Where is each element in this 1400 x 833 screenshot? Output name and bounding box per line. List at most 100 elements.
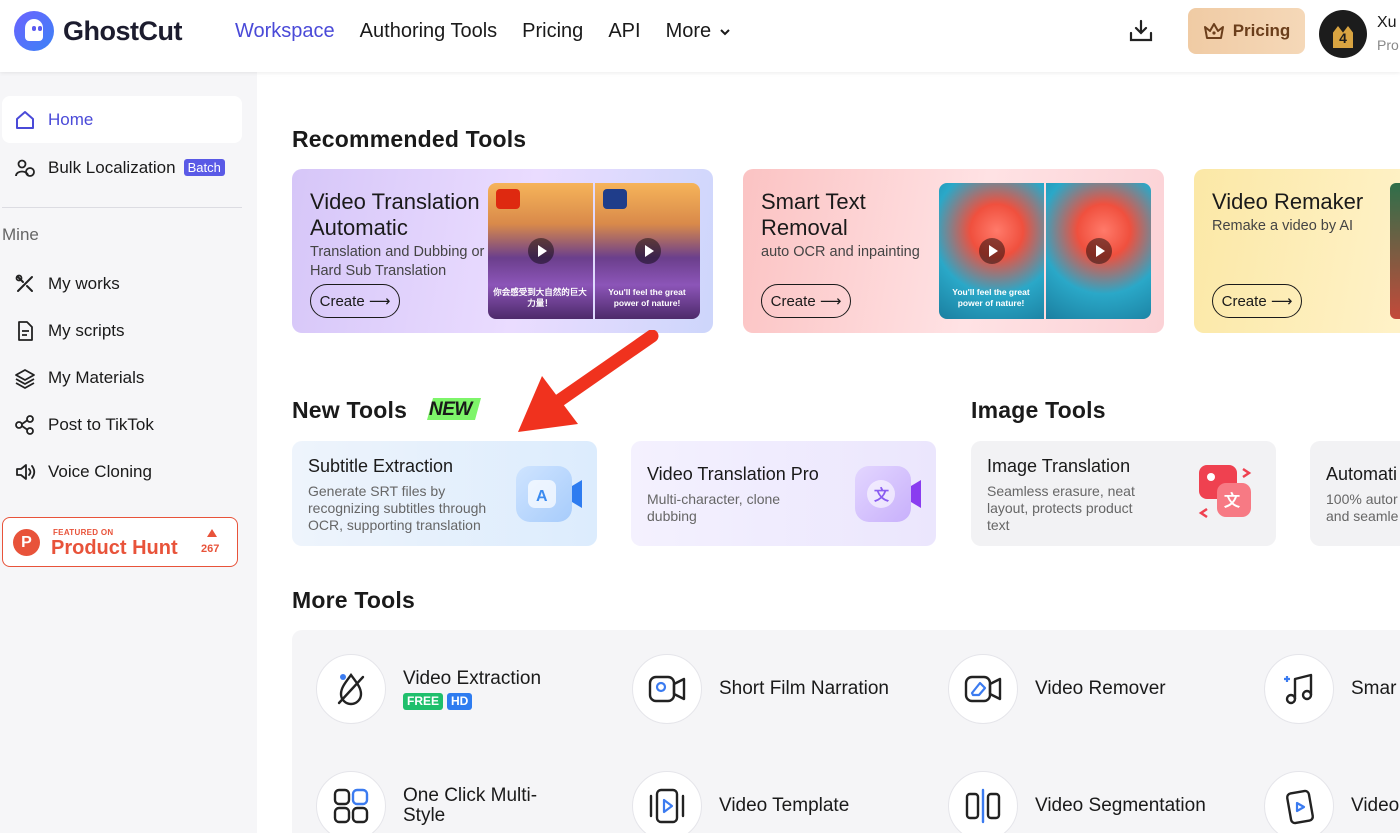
card-video-translation-pro[interactable]: Video Translation Pro Multi-character, c…: [631, 441, 936, 546]
card-desc: auto OCR and inpainting: [761, 244, 920, 260]
avatar[interactable]: 4: [1319, 10, 1367, 58]
sidebar-item-label: Voice Cloning: [48, 461, 152, 481]
sidebar-item-label: Home: [48, 109, 94, 129]
svg-text:文: 文: [1224, 491, 1241, 510]
subtitle-video-icon: A: [516, 466, 582, 522]
thumbnail-original: You'll feel the great power of nature!: [939, 183, 1044, 319]
sidebar-item-my-scripts[interactable]: My scripts: [2, 307, 242, 354]
tool-one-click-multi-style[interactable]: One Click Multi-Style: [316, 771, 573, 833]
sidebar-item-home[interactable]: Home: [2, 96, 242, 143]
more-tools-title: More Tools: [292, 587, 415, 613]
logo-text: GhostCut: [63, 15, 182, 46]
tool-short-film-narration[interactable]: Short Film Narration: [632, 654, 889, 724]
free-badge: FREE: [403, 692, 444, 710]
card-video-remaker[interactable]: Video Remaker Remake a video by AI Creat…: [1194, 169, 1400, 333]
chevron-down-icon: [719, 29, 730, 36]
card-video-translation[interactable]: Video Translation Automatic Translation …: [292, 169, 713, 333]
card-title: Automati: [1326, 464, 1398, 484]
new-tools-title: New Tools: [292, 397, 408, 423]
globe-people-icon: [14, 157, 36, 179]
video-thumbnail[interactable]: [1390, 183, 1400, 319]
video-thumbnail[interactable]: You'll feel the great power of nature!: [939, 183, 1151, 319]
top-header: GhostCut Workspace Authoring Tools Prici…: [0, 0, 1400, 72]
crown-icon: [1203, 23, 1224, 39]
user-name[interactable]: Xu: [1377, 14, 1397, 32]
tool-label: Video Segmentation: [1035, 795, 1206, 816]
sidebar-item-post-to-tiktok[interactable]: Post to TikTok: [2, 401, 242, 448]
download-icon[interactable]: [1128, 18, 1154, 44]
tool-label: Smar: [1351, 678, 1397, 699]
ghost-logo-icon: [14, 11, 54, 51]
nav-api[interactable]: API: [608, 20, 640, 43]
nav-workspace[interactable]: Workspace: [235, 20, 335, 43]
product-hunt-featured: FEATURED ON: [53, 528, 114, 537]
sidebar-item-label: Post to TikTok: [48, 414, 154, 434]
tool-label: Video Remover: [1035, 678, 1166, 699]
uk-flag-icon: [603, 189, 627, 209]
hd-badge: HD: [447, 692, 473, 710]
tool-video-other[interactable]: Video: [1264, 771, 1399, 833]
card-automatic[interactable]: Automati 100% autor and seamle: [1310, 441, 1400, 546]
tool-label: Video Template: [719, 795, 850, 816]
card-title: Image Translation: [987, 456, 1131, 476]
china-flag-icon: [496, 189, 520, 209]
card-desc: Generate SRT files by recognizing subtit…: [308, 483, 487, 533]
recommended-tools-title: Recommended Tools: [292, 126, 527, 152]
pricing-button-label: Pricing: [1232, 21, 1291, 40]
nav-authoring-tools[interactable]: Authoring Tools: [360, 20, 498, 43]
tool-video-extraction[interactable]: Video Extraction FREE HD: [316, 654, 541, 724]
sidebar-item-my-works[interactable]: My works: [2, 260, 242, 307]
tool-video-template[interactable]: Video Template: [632, 771, 849, 833]
card-smart-text-removal[interactable]: Smart Text Removal auto OCR and inpainti…: [743, 169, 1164, 333]
tool-smart-music[interactable]: Smar: [1264, 654, 1396, 724]
card-title: Video Translation Automatic: [310, 189, 480, 240]
create-button[interactable]: Create ⟶: [761, 284, 851, 318]
split-icon: [948, 771, 1018, 833]
sidebar-item-label: Bulk Localization: [48, 157, 176, 177]
thumbnail-translated: You'll feel the great power of nature!: [595, 183, 700, 319]
sidebar-section-mine: Mine: [2, 225, 39, 244]
play-icon[interactable]: [528, 238, 554, 264]
sidebar-item-voice-cloning[interactable]: Voice Cloning: [2, 448, 242, 495]
tool-text: Video Extraction FREE HD: [403, 667, 542, 710]
card-desc: 100% autor and seamle: [1326, 491, 1399, 524]
tools-icon: [14, 273, 36, 295]
create-button[interactable]: Create ⟶: [1212, 284, 1302, 318]
nav-pricing[interactable]: Pricing: [522, 20, 583, 43]
create-button[interactable]: Create ⟶: [310, 284, 400, 318]
batch-badge: Batch: [183, 159, 225, 176]
play-icon[interactable]: [979, 238, 1005, 264]
svg-text:A: A: [536, 488, 548, 505]
upvote-icon: [207, 529, 217, 537]
card-title: Video Remaker: [1212, 189, 1364, 214]
thumbnail-cleaned: [1046, 183, 1151, 319]
video-thumbnail[interactable]: 你会感受到大自然的巨大力量！ You'll feel the great pow…: [488, 183, 700, 319]
new-badge-label: NEW: [429, 399, 472, 420]
tool-video-remover[interactable]: Video Remover: [948, 654, 1166, 724]
share-icon: [14, 414, 36, 436]
pricing-button[interactable]: Pricing: [1188, 8, 1305, 54]
sidebar-item-bulk-localization[interactable]: Bulk Localization Batch: [2, 144, 242, 191]
card-subtitle-extraction[interactable]: Subtitle Extraction Generate SRT files b…: [292, 441, 597, 546]
logo[interactable]: GhostCut: [14, 11, 182, 51]
card-image-translation[interactable]: Image Translation Seamless erasure, neat…: [971, 441, 1276, 546]
nav-more[interactable]: More: [666, 20, 731, 43]
tool-video-segmentation[interactable]: Video Segmentation: [948, 771, 1206, 833]
product-hunt-badge[interactable]: P FEATURED ON Product Hunt 267: [2, 517, 238, 567]
nav-more-label: More: [665, 20, 712, 42]
card-title: Subtitle Extraction: [308, 456, 454, 476]
translate-video-icon: 文: [855, 466, 921, 522]
tool-label: Short Film Narration: [719, 678, 889, 699]
tool-label: Video Extraction: [403, 667, 542, 689]
video-caption: You'll feel the great power of nature!: [952, 287, 1030, 308]
play-icon[interactable]: [1086, 238, 1112, 264]
tool-label: One Click Multi-Style: [403, 785, 538, 826]
video-file-icon: [1264, 771, 1334, 833]
card-title: Video Translation Pro: [647, 464, 819, 484]
music-note-icon: [1264, 654, 1334, 724]
speaker-icon: [14, 461, 36, 483]
eraser-camera-icon: [948, 654, 1018, 724]
user-plan: Pro: [1377, 37, 1399, 53]
sidebar-item-my-materials[interactable]: My Materials: [2, 354, 242, 401]
play-icon[interactable]: [635, 238, 661, 264]
